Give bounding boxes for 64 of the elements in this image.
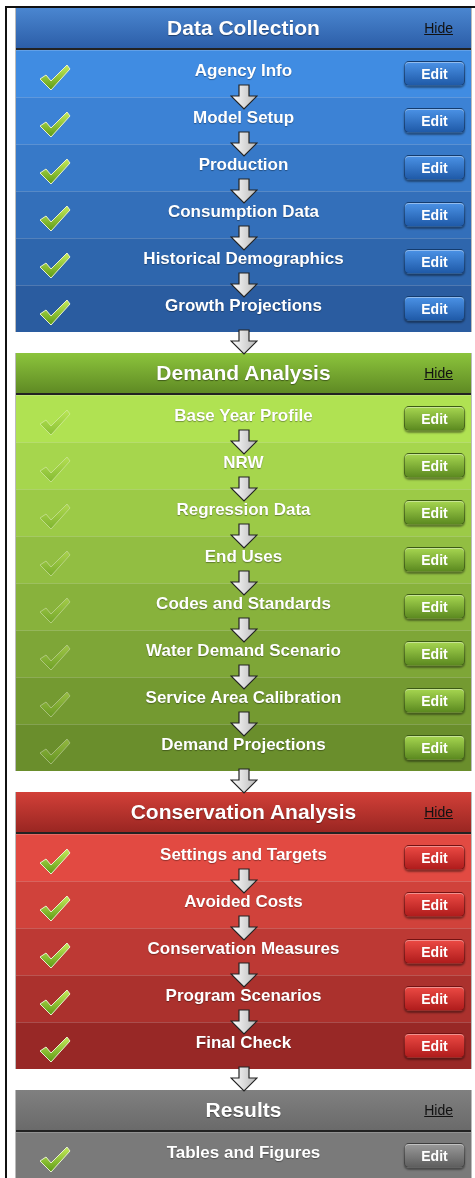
edit-button[interactable]: Edit [404,641,465,666]
down-arrow-icon [229,272,258,298]
section-title: Conservation Analysis [130,800,357,824]
step-label: Agency Info [194,61,293,81]
down-arrow-icon [229,131,258,157]
hide-link[interactable]: Hide [424,1102,453,1118]
down-arrow-icon [229,225,258,251]
step-label: NRW [223,453,264,473]
edit-button[interactable]: Edit [404,249,465,274]
hide-link[interactable]: Hide [424,20,453,36]
step-label: Base Year Profile [174,406,313,426]
down-arrow-icon [229,570,258,596]
edit-button[interactable]: Edit [404,1033,465,1058]
section-title: Data Collection [167,16,320,40]
section-title: Results [205,1098,282,1122]
down-arrow-icon [229,962,258,988]
step-label: Production [198,155,289,175]
step-label: End Uses [204,547,283,567]
edit-button[interactable]: Edit [404,453,465,478]
edit-button[interactable]: Edit [404,500,465,525]
step-label: Avoided Costs [184,892,303,912]
edit-button[interactable]: Edit [404,688,465,713]
section-title: Demand Analysis [156,361,331,385]
step-label: Model Setup [192,108,295,128]
step-label: Final Check [195,1033,292,1053]
edit-button[interactable]: Edit [404,735,465,760]
edit-button[interactable]: Edit [404,547,465,572]
step-label: Historical Demographics [143,249,344,269]
step-label: Demand Projections [161,735,326,755]
down-arrow-icon [229,1009,258,1035]
step-label: Conservation Measures [147,939,340,959]
edit-button[interactable]: Edit [404,939,465,964]
edit-button[interactable]: Edit [404,61,465,86]
step-label: Growth Projections [165,296,322,316]
step-label: Consumption Data [167,202,320,222]
edit-button[interactable]: Edit [404,406,465,431]
edit-button[interactable]: Edit [404,986,465,1011]
down-arrow-icon [229,868,258,894]
down-arrow-icon [229,178,258,204]
edit-button[interactable]: Edit [404,594,465,619]
down-arrow-icon [229,711,258,737]
step-label: Water Demand Scenario [146,641,341,661]
down-arrow-icon [229,523,258,549]
edit-button[interactable]: Edit [404,296,465,321]
down-arrow-icon [229,915,258,941]
down-arrow-icon [229,617,258,643]
edit-button[interactable]: Edit [404,155,465,180]
step-label: Service Area Calibration [145,688,342,708]
step-label: Codes and Standards [156,594,331,614]
down-arrow-icon [229,664,258,690]
down-arrow-icon [229,429,258,455]
hide-link[interactable]: Hide [424,804,453,820]
step-label: Regression Data [176,500,311,520]
edit-button[interactable]: Edit [404,892,465,917]
step-label: Program Scenarios [165,986,322,1006]
step-label: Settings and Targets [160,845,327,865]
hide-link[interactable]: Hide [424,365,453,381]
edit-button[interactable]: Edit [404,845,465,870]
down-arrow-icon [229,476,258,502]
down-arrow-icon [229,84,258,110]
step-label: Tables and Figures [166,1143,321,1163]
edit-button[interactable]: Edit [404,202,465,227]
edit-button[interactable]: Edit [404,1143,465,1168]
edit-button[interactable]: Edit [404,108,465,133]
